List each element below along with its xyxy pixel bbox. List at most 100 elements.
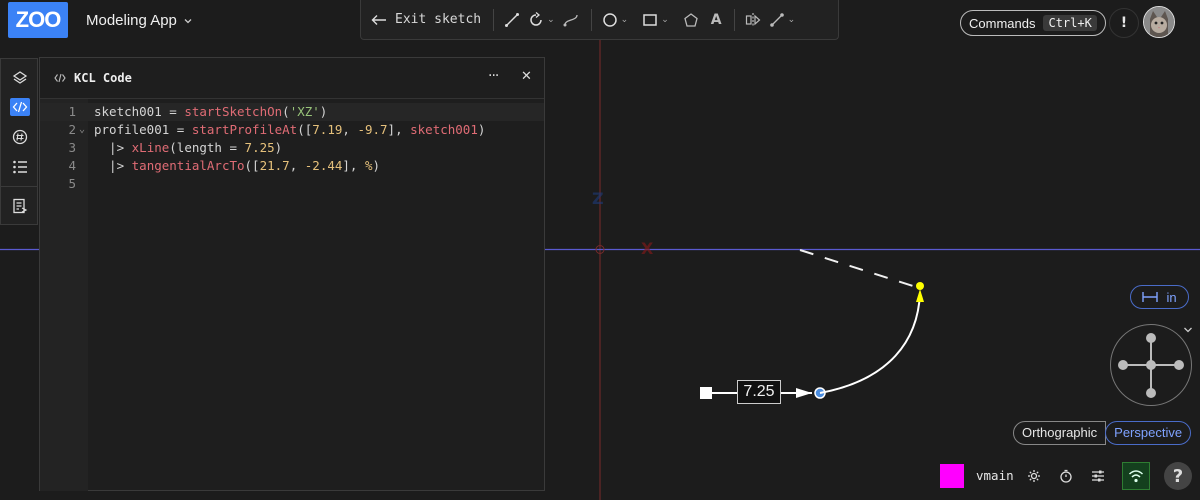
code-line[interactable]: 3 |> xLine(length = 7.25) [40,139,544,157]
export-icon [13,198,28,214]
perspective-option[interactable]: Perspective [1105,421,1192,445]
code-icon [54,73,66,83]
network-status-button[interactable] [1122,462,1150,490]
arrow-left-icon [371,14,386,25]
commands-label: Commands [969,15,1036,31]
code-text: |> tangentialArcTo([21.7, -2.44], %) [94,158,381,173]
axis-label-z: Z [592,189,604,208]
spline-icon [563,14,578,26]
variables-icon [12,129,28,145]
app-logo[interactable]: ZOO [8,2,68,38]
rectangle-icon [643,13,657,26]
circle-icon [602,12,617,27]
dimension-arrowhead [796,388,812,398]
help-button[interactable]: ? [1164,462,1192,490]
mirror-icon [745,12,760,27]
logs-icon [13,160,27,174]
help-label: ? [1172,465,1184,487]
gear-icon [1028,470,1040,482]
toolbar-divider [590,8,592,31]
toolbar-divider [493,8,495,31]
stopwatch-icon [1060,469,1072,483]
tangential-arc-icon [530,11,542,26]
exit-sketch-label: Exit sketch [395,12,482,27]
code-text: sketch001 = startSketchOn('XZ') [94,104,328,119]
sidebar-divider [1,186,37,187]
kcl-code-panel: KCL Code ··· ✕ 1 sketch001 = startSketchO… [39,57,545,491]
feature-tree-tab[interactable] [1,62,39,92]
line-icon [505,12,520,27]
circle-tool-button[interactable]: ⌄ [602,12,629,28]
polygon-icon [683,12,698,27]
preferences-button[interactable] [1088,466,1108,486]
line-number: 3 [68,140,76,155]
kcl-code-icon [12,101,28,113]
performance-button[interactable] [1056,466,1076,486]
segment-length-dimension[interactable]: 7.25 [737,380,781,404]
kcl-panel-header: KCL Code ··· ✕ [40,58,544,99]
line-number: 1 [68,104,76,119]
code-line[interactable]: 4 |> tangentialArcTo([21.7, -2.44], %) [40,157,544,175]
commands-shortcut: Ctrl+K [1043,15,1097,31]
projection-toggle: Orthographic Perspective [1013,421,1192,445]
chevron-down-icon: ⌄ [547,14,555,25]
logs-tab[interactable] [1,152,39,182]
line-number: 5 [68,176,76,191]
chevron-down-icon: ⌄ [620,14,629,25]
ruler-icon [1142,292,1159,302]
logo-text: ZOO [15,7,62,32]
constraint-icon [769,12,784,27]
export-tab[interactable] [1,191,39,221]
app-title: Modeling App [86,12,177,29]
alert-label: ! [1120,15,1128,31]
arc-end-arrow [916,289,924,302]
settings-button[interactable] [1024,466,1044,486]
branch-label: vmain [976,468,1014,483]
line-number: 2 [68,122,76,137]
chevron-down-icon: ⌄ [661,14,669,25]
line-tool-button[interactable] [504,12,520,28]
kcl-code-tab[interactable] [1,92,39,122]
units-button[interactable]: in [1130,285,1189,309]
notifications-button[interactable]: ! [1109,8,1139,38]
color-swatch [940,464,964,488]
rectangle-tool-button[interactable]: ⌄ [642,12,669,28]
fold-chevron-icon[interactable]: ⌄ [79,121,85,139]
spline-tool-button[interactable] [563,12,579,28]
text-tool-button[interactable]: A [711,12,722,28]
close-icon[interactable]: ✕ [521,69,532,84]
variables-tab[interactable] [1,122,39,152]
view-gizmo[interactable] [1110,324,1192,406]
pane-sidebar [0,58,38,225]
line-number: 4 [68,158,76,173]
orthographic-option[interactable]: Orthographic [1013,421,1107,445]
code-text: profile001 = startProfileAt([7.19, -9.7]… [94,122,486,137]
mirror-tool-button[interactable] [745,12,761,28]
profile-start-point [700,387,712,399]
code-line[interactable]: 5 [40,175,544,193]
feature-tree-icon [12,71,28,84]
exit-sketch-button[interactable]: Exit sketch [371,12,481,27]
code-text: |> xLine(length = 7.25) [94,140,283,155]
units-label: in [1166,289,1177,305]
more-options-icon[interactable]: ··· [488,68,499,84]
project-menu[interactable]: Modeling App [86,12,193,29]
arc-tool-button[interactable]: ⌄ [528,11,555,28]
tangential-arc-segment [819,292,921,394]
kcl-panel-title: KCL Code [74,71,132,85]
text-icon: A [710,11,722,28]
sliders-icon [1092,470,1104,482]
code-line[interactable]: 1 sketch001 = startSketchOn('XZ') [40,103,544,121]
segment-length-value: 7.25 [743,383,775,400]
commands-button[interactable]: Commands Ctrl+K [960,10,1106,36]
constraint-tool-button[interactable]: ⌄ [769,12,796,28]
axis-label-x: X [641,239,654,258]
chevron-down-icon [184,18,192,23]
sketch-toolbar: Exit sketch ⌄ ⌄ ⌄ A ⌄ [360,0,839,40]
polygon-tool-button[interactable] [683,12,699,28]
user-avatar[interactable] [1143,6,1175,38]
code-line[interactable]: 2 ⌄ profile001 = startProfileAt([7.19, -9.… [40,121,544,139]
chevron-down-icon: ⌄ [787,14,796,25]
toolbar-divider [733,8,735,31]
arc-end-point [916,282,924,290]
